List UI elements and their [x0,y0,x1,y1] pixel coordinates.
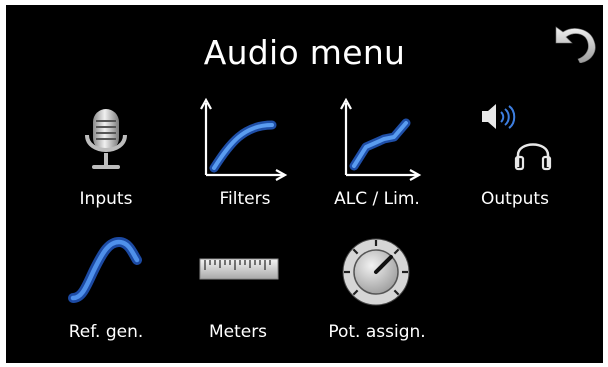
knob-icon [342,238,410,306]
menu-item-label: Ref. gen. [68,322,144,342]
menu-item-outputs[interactable]: Outputs [450,91,580,219]
back-button[interactable] [552,23,600,64]
audio-menu-screen: Audio menu Inputs Filters ALC / Lim. Out… [6,5,603,363]
menu-item-label: Outputs [481,189,549,209]
menu-item-label: Pot. assign. [328,322,426,342]
microphone-icon [85,109,127,169]
menu-item-alc-limiter[interactable]: ALC / Lim. [312,91,442,219]
sine-wave-icon [68,236,142,303]
menu-item-pot-assign[interactable]: Pot. assign. [312,224,442,352]
limiter-curve-icon [340,97,422,181]
ruler-meter-icon [199,258,279,280]
menu-item-filters[interactable]: Filters [180,91,310,219]
filter-curve-icon [200,97,288,181]
undo-arrow-icon [555,26,596,64]
menu-item-label: Meters [208,322,268,342]
menu-item-label: Inputs [79,189,133,209]
speaker-headphones-icon [482,104,552,171]
menu-item-label: Filters [219,189,271,209]
menu-item-ref-gen[interactable]: Ref. gen. [41,224,171,352]
menu-item-meters[interactable]: Meters [173,224,303,352]
menu-item-inputs[interactable]: Inputs [41,91,171,219]
menu-item-label: ALC / Lim. [334,189,420,209]
page-title: Audio menu [203,33,406,72]
